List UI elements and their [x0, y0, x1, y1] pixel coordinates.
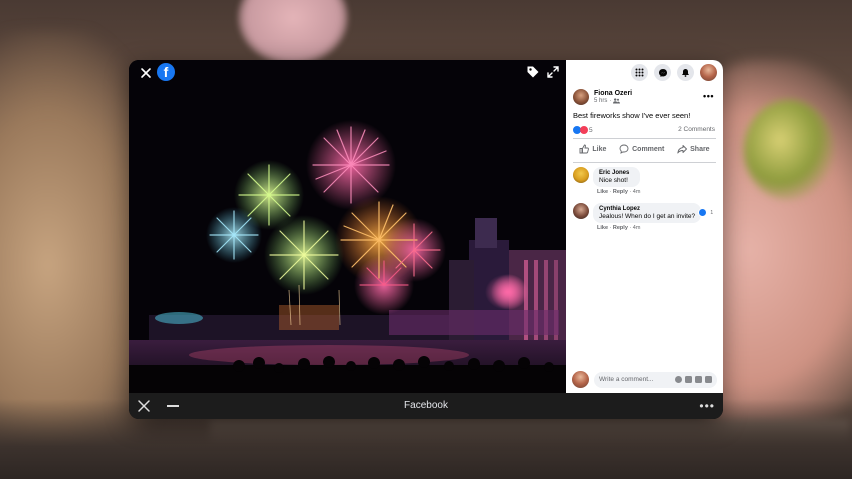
reaction-count: 5: [589, 126, 593, 134]
menu-grid-icon[interactable]: [631, 64, 648, 81]
sticker-icon[interactable]: [705, 376, 712, 383]
messenger-icon[interactable]: [654, 64, 671, 81]
comment-label: Comment: [632, 145, 665, 153]
comment-item: Eric Jones Nice shot! Like · Reply · 4m: [573, 167, 641, 195]
window-title: Facebook: [404, 400, 448, 411]
window-options-icon[interactable]: •••: [699, 399, 715, 413]
comment-item: Cynthia Lopez Jealous! When do I get an …: [573, 203, 713, 231]
author-avatar[interactable]: [573, 89, 589, 105]
post-text: Best fireworks show I've ever seen!: [573, 111, 691, 120]
comment-like-link[interactable]: Like: [597, 225, 608, 231]
like-button[interactable]: Like: [579, 144, 606, 154]
reactions-summary[interactable]: 5: [573, 126, 593, 134]
post-time[interactable]: 5 hrs: [594, 98, 607, 104]
comment-bubble: Eric Jones Nice shot!: [593, 167, 641, 187]
camera-icon[interactable]: [685, 376, 692, 383]
comment-composer: [572, 371, 717, 388]
comment-text: Jealous! When do I get an invite?: [599, 213, 696, 220]
comment-reply-link[interactable]: Reply: [613, 189, 628, 195]
comment-like-reaction-icon[interactable]: [698, 208, 708, 217]
comments-count[interactable]: 2 Comments: [678, 126, 715, 133]
comment-reply-link[interactable]: Reply: [613, 225, 628, 231]
emoji-icon[interactable]: [675, 376, 682, 383]
comment-bubble: Cynthia Lopez Jealous! When do I get an …: [593, 203, 702, 223]
post-meta-separator: ·: [609, 98, 612, 104]
comment-button[interactable]: Comment: [619, 144, 664, 154]
comment-bubble-icon: [619, 144, 629, 154]
comment-meta: Like · Reply · 4m: [597, 189, 641, 195]
like-label: Like: [592, 145, 607, 153]
notifications-bell-icon[interactable]: [677, 64, 694, 81]
comment-like-link[interactable]: Like: [597, 189, 608, 195]
love-reaction-icon: [580, 126, 588, 134]
gif-icon[interactable]: [695, 376, 702, 383]
comment-time[interactable]: 4m: [633, 225, 641, 231]
post-meta: 5 hrs ·: [594, 98, 632, 104]
top-navigation: [631, 64, 717, 81]
commenter-name[interactable]: Eric Jones: [599, 170, 634, 176]
divider: [573, 138, 716, 139]
comment-input[interactable]: [599, 376, 672, 383]
divider: [573, 162, 716, 163]
commenter-avatar[interactable]: [573, 167, 589, 183]
close-icon: [141, 68, 151, 78]
commenter-name[interactable]: Cynthia Lopez: [599, 206, 695, 212]
post-options-icon[interactable]: •••: [703, 91, 714, 101]
facebook-window: f Fiona Ozeri 5 hrs · ••• Best fireworks…: [129, 60, 723, 419]
comment-text: Nice shot!: [599, 177, 628, 184]
post-panel: Fiona Ozeri 5 hrs · ••• Best fireworks s…: [566, 60, 723, 393]
friends-audience-icon: [613, 98, 621, 104]
share-button[interactable]: Share: [677, 144, 710, 154]
post-header: Fiona Ozeri 5 hrs ·: [573, 89, 632, 105]
commenter-avatar[interactable]: [573, 203, 589, 219]
facebook-logo-icon[interactable]: f: [157, 63, 175, 81]
fireworks-photo: f: [129, 60, 566, 393]
share-label: Share: [690, 145, 710, 153]
share-arrow-icon: [677, 145, 688, 154]
window-bottom-bar: Facebook •••: [129, 393, 723, 419]
post-author-name[interactable]: Fiona Ozeri: [594, 90, 632, 97]
comment-input-box[interactable]: [594, 371, 717, 388]
profile-avatar[interactable]: [700, 64, 717, 81]
comment-reaction-count: 1: [710, 210, 714, 216]
tag-icon[interactable]: [526, 65, 540, 79]
comment-meta: Like · Reply · 4m: [597, 225, 641, 231]
expand-icon[interactable]: [546, 65, 560, 79]
my-avatar: [572, 371, 589, 388]
post-actions: Like Comment Share: [573, 144, 716, 154]
comment-time[interactable]: 4m: [633, 189, 641, 195]
close-photo-button[interactable]: [139, 66, 153, 80]
thumbs-up-icon: [579, 144, 590, 154]
